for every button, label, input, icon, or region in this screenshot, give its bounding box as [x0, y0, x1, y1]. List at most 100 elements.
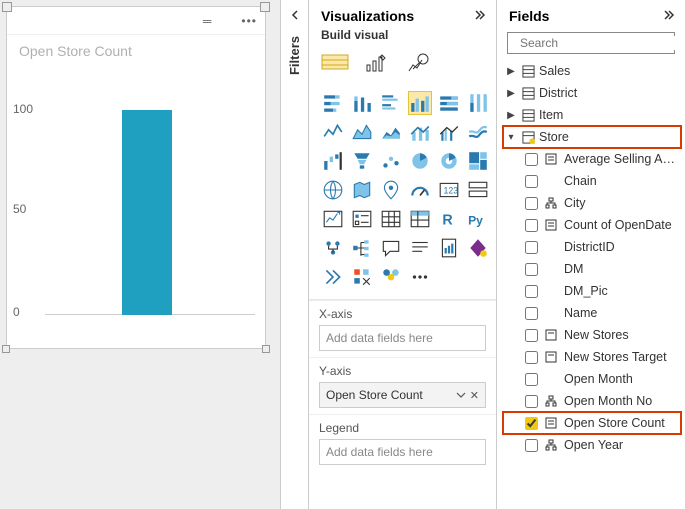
field-chain[interactable]: Chain [503, 170, 681, 192]
donut-icon[interactable] [437, 149, 461, 173]
paginated-report-icon[interactable] [437, 236, 461, 260]
field-district-id[interactable]: DistrictID [503, 236, 681, 258]
table-district[interactable]: ▶ District [503, 82, 681, 104]
field-pill-actions[interactable]: ✕ [456, 389, 479, 402]
r-visual-icon[interactable]: R [437, 207, 461, 231]
filters-label: Filters [287, 36, 302, 75]
field-dm[interactable]: DM [503, 258, 681, 280]
stacked-bar-icon[interactable] [321, 91, 345, 115]
power-apps-icon[interactable] [466, 236, 490, 260]
y-axis-label: Y-axis [319, 364, 486, 382]
table-icon-active [521, 131, 535, 144]
clustered-bar-icon[interactable] [379, 91, 403, 115]
azure-map-icon[interactable] [379, 178, 403, 202]
report-canvas[interactable]: ═ ••• Open Store Count 100 50 0 [0, 0, 280, 509]
checkbox[interactable] [525, 351, 538, 364]
filled-map-icon[interactable] [350, 178, 374, 202]
header-handle-icon[interactable]: ═ [203, 14, 212, 28]
field-open-year[interactable]: Open Year [503, 434, 681, 456]
gauge-icon[interactable] [408, 178, 432, 202]
remove-field-icon[interactable]: ✕ [470, 389, 479, 402]
multi-row-card-icon[interactable] [466, 178, 490, 202]
table-store[interactable]: ▾ Store [503, 126, 681, 148]
line-chart-icon[interactable] [321, 120, 345, 144]
checkbox[interactable] [525, 373, 538, 386]
search-box[interactable] [507, 32, 675, 54]
checkbox[interactable] [525, 285, 538, 298]
field-name[interactable]: Name [503, 302, 681, 324]
checkbox[interactable] [525, 395, 538, 408]
line-stacked-column-icon[interactable] [408, 120, 432, 144]
stacked-column-icon[interactable] [350, 91, 374, 115]
y-tick-100: 100 [13, 102, 33, 116]
x-axis-well[interactable]: X-axis Add data fields here [309, 300, 496, 357]
map-icon[interactable] [321, 178, 345, 202]
py-visual-icon[interactable]: Py [466, 207, 490, 231]
collapse-viz-icon[interactable] [472, 8, 486, 24]
key-influencers-icon[interactable] [321, 236, 345, 260]
checkbox[interactable] [525, 197, 538, 210]
power-automate-icon[interactable] [321, 265, 345, 289]
build-visual-tab[interactable] [321, 50, 349, 81]
clustered-column-icon[interactable] [408, 91, 432, 115]
table-item[interactable]: ▶ Item [503, 104, 681, 126]
checkbox[interactable] [525, 329, 538, 342]
scatter-icon[interactable] [379, 149, 403, 173]
treemap-icon[interactable] [466, 149, 490, 173]
fields-panel: Fields ▶ Sales ▶ District ▶ Item ▾ Store [496, 0, 685, 509]
filters-pane-collapsed[interactable]: Filters [280, 0, 308, 509]
line-clustered-column-icon[interactable] [437, 120, 461, 144]
field-open-month-no[interactable]: Open Month No [503, 390, 681, 412]
field-new-stores[interactable]: New Stores [503, 324, 681, 346]
search-input[interactable] [520, 36, 675, 50]
checkbox[interactable] [525, 307, 538, 320]
expand-filters-icon[interactable] [289, 8, 301, 24]
legend-dropzone[interactable]: Add data fields here [319, 439, 486, 465]
checkbox[interactable] [525, 241, 538, 254]
field-avg-selling-area[interactable]: Average Selling Area... [503, 148, 681, 170]
checkbox[interactable] [525, 417, 538, 430]
analytics-tab[interactable] [405, 51, 433, 80]
field-open-store-count[interactable]: Open Store Count [503, 412, 681, 434]
field-open-month[interactable]: Open Month [503, 368, 681, 390]
field-new-stores-target[interactable]: New Stores Target [503, 346, 681, 368]
pie-icon[interactable] [408, 149, 432, 173]
checkbox[interactable] [525, 153, 538, 166]
x-axis-dropzone[interactable]: Add data fields here [319, 325, 486, 351]
decomposition-tree-icon[interactable] [350, 236, 374, 260]
chevron-down-icon[interactable] [456, 390, 466, 400]
format-visual-tab[interactable] [363, 51, 391, 80]
ellipsis-icon[interactable] [408, 265, 432, 289]
hundred-stacked-column-icon[interactable] [466, 91, 490, 115]
y-axis-field-pill[interactable]: Open Store Count ✕ [319, 382, 486, 408]
bar-open-store-count[interactable] [122, 110, 172, 315]
y-axis-well[interactable]: Y-axis Open Store Count ✕ [309, 357, 496, 414]
collapse-fields-icon[interactable] [661, 8, 675, 24]
funnel-icon[interactable] [350, 149, 374, 173]
stacked-area-icon[interactable] [379, 120, 403, 144]
more-options-icon[interactable]: ••• [241, 14, 257, 28]
checkbox[interactable] [525, 439, 538, 452]
slicer-icon[interactable] [350, 207, 374, 231]
checkbox[interactable] [525, 219, 538, 232]
smart-narrative-icon[interactable] [408, 236, 432, 260]
checkbox[interactable] [525, 175, 538, 188]
visual-card[interactable]: ═ ••• Open Store Count 100 50 0 [6, 6, 266, 349]
field-city[interactable]: City [503, 192, 681, 214]
table-sales[interactable]: ▶ Sales [503, 60, 681, 82]
kpi-icon[interactable] [321, 207, 345, 231]
table-icon[interactable] [379, 207, 403, 231]
field-count-opendate[interactable]: Count of OpenDate [503, 214, 681, 236]
matrix-icon[interactable] [408, 207, 432, 231]
waterfall-icon[interactable] [321, 149, 345, 173]
legend-well[interactable]: Legend Add data fields here [309, 414, 496, 471]
ribbon-chart-icon[interactable] [466, 120, 490, 144]
qna-icon[interactable] [379, 236, 403, 260]
get-more-visuals-icon[interactable] [379, 265, 403, 289]
field-dm-pic[interactable]: DM_Pic [503, 280, 681, 302]
hundred-stacked-bar-icon[interactable] [437, 91, 461, 115]
app-source-icon[interactable] [350, 265, 374, 289]
area-chart-icon[interactable] [350, 120, 374, 144]
card-icon[interactable]: 123 [437, 178, 461, 202]
checkbox[interactable] [525, 263, 538, 276]
